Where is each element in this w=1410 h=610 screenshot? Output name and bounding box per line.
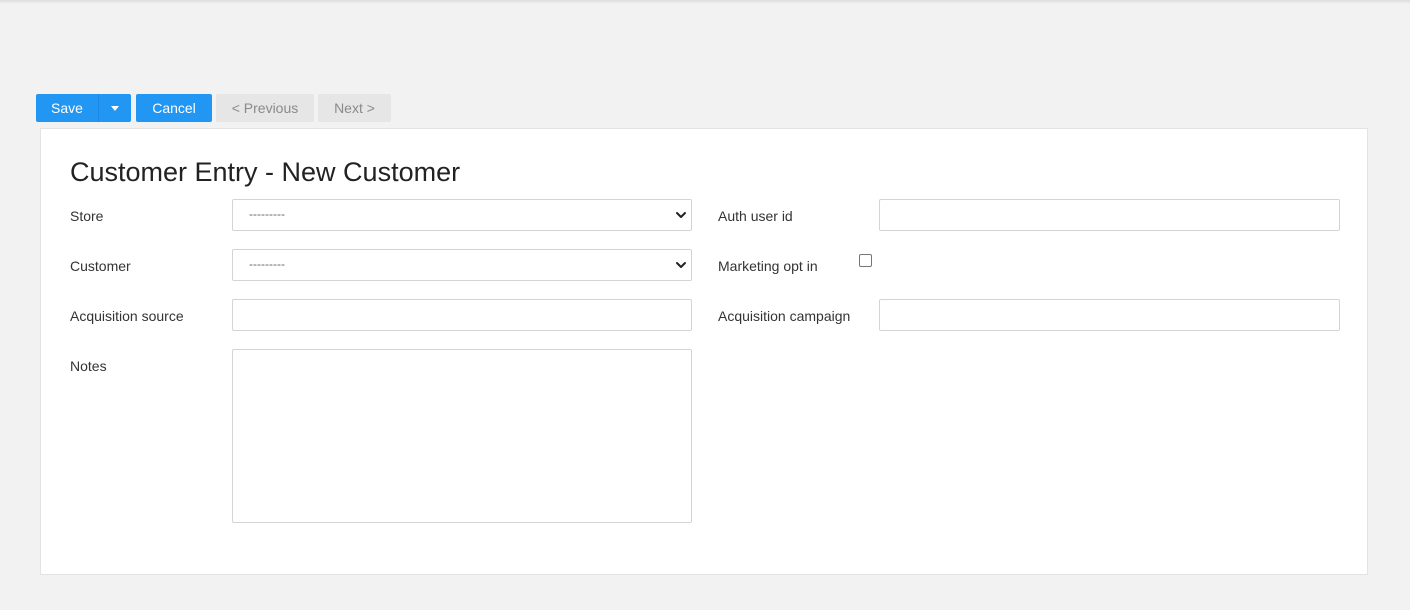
customer-select-value: --------- bbox=[249, 257, 285, 271]
customer-label: Customer bbox=[70, 258, 131, 274]
auth-user-id-label: Auth user id bbox=[718, 208, 793, 224]
store-select[interactable]: --------- bbox=[232, 199, 692, 231]
acquisition-campaign-label: Acquisition campaign bbox=[718, 308, 851, 324]
previous-button[interactable]: < Previous bbox=[216, 94, 314, 122]
marketing-opt-in-checkbox[interactable] bbox=[859, 254, 872, 267]
cancel-button[interactable]: Cancel bbox=[136, 94, 212, 122]
top-bar-shadow bbox=[0, 0, 1410, 4]
next-button[interactable]: Next > bbox=[318, 94, 391, 122]
acquisition-campaign-input[interactable] bbox=[879, 299, 1340, 331]
marketing-opt-in-label: Marketing opt in bbox=[718, 258, 818, 274]
notes-textarea[interactable] bbox=[232, 349, 692, 523]
page-title: Customer Entry - New Customer bbox=[70, 157, 461, 187]
save-button[interactable]: Save bbox=[36, 94, 98, 122]
notes-label: Notes bbox=[70, 358, 107, 374]
chevron-down-icon bbox=[676, 212, 686, 218]
customer-select[interactable]: --------- bbox=[232, 249, 692, 281]
store-label: Store bbox=[70, 208, 104, 224]
save-options-dropdown-button[interactable] bbox=[98, 94, 131, 122]
acquisition-source-input[interactable] bbox=[232, 299, 692, 331]
auth-user-id-input[interactable] bbox=[879, 199, 1340, 231]
store-select-value: --------- bbox=[249, 207, 285, 221]
caret-down-icon bbox=[111, 105, 119, 111]
chevron-down-icon bbox=[676, 262, 686, 268]
customer-form-card: Customer Entry - New Customer Store ----… bbox=[40, 128, 1368, 575]
acquisition-source-label: Acquisition source bbox=[70, 308, 184, 324]
